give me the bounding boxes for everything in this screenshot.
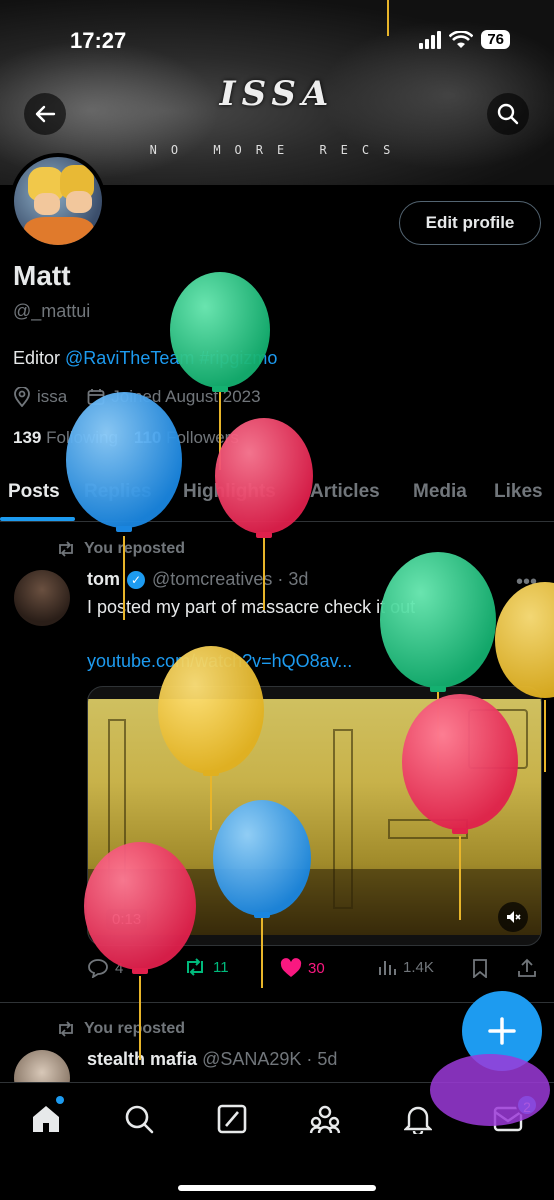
bookmark-icon: [473, 959, 487, 978]
post-time: 3d: [288, 569, 309, 589]
post-author-handle[interactable]: @tomcreatives: [152, 569, 272, 589]
repost-button[interactable]: 11: [183, 958, 229, 976]
edit-profile-button[interactable]: Edit profile: [399, 201, 541, 245]
profile-tabs: Posts Replies Highlights Articles Media …: [0, 470, 554, 522]
tab-media[interactable]: Media: [413, 481, 467, 503]
nav-explore[interactable]: [121, 1101, 157, 1137]
repost-icon: [187, 958, 203, 976]
video-duration: 0:13: [106, 909, 148, 930]
home-icon: [33, 1106, 59, 1132]
nav-notifications[interactable]: [400, 1101, 436, 1137]
tab-replies[interactable]: Replies: [84, 481, 152, 503]
post-author-avatar[interactable]: [14, 570, 70, 626]
banner-logo: ISSA: [219, 74, 335, 114]
verified-badge-icon: ✓: [127, 571, 146, 590]
views-chart-icon: [379, 961, 396, 975]
profile-bio: Editor @RaviTheTeam #ripgizmo: [13, 348, 277, 369]
bio-mention-link[interactable]: @RaviTheTeam: [65, 348, 194, 368]
reply-button[interactable]: 4: [87, 958, 123, 978]
mute-button[interactable]: [498, 902, 528, 932]
home-unread-dot: [56, 1096, 64, 1104]
muted-speaker-icon: [507, 911, 521, 923]
active-tab-indicator: [0, 517, 75, 521]
profile-meta: issa Joined August 2023: [13, 387, 261, 407]
repost-icon: [59, 1021, 73, 1037]
post-author-name[interactable]: tom: [87, 569, 120, 589]
following-link[interactable]: 139 Following: [13, 428, 118, 448]
repost-indicator: You reposted: [56, 1020, 185, 1038]
location-pin-icon: [14, 387, 30, 407]
search-button[interactable]: [487, 93, 529, 135]
repost-icon: [59, 541, 73, 557]
tab-highlights[interactable]: Highlights: [183, 481, 276, 503]
views-button[interactable]: 1.4K: [377, 958, 434, 976]
banner-subtitle: NO MORE RECS: [149, 143, 405, 157]
post-text: I posted my part of massacre check it ou…: [87, 597, 416, 617]
status-bar: 17:27 76: [0, 26, 554, 56]
nav-grok[interactable]: [214, 1101, 250, 1137]
post-actions: 4 11 30 1.4K: [87, 958, 542, 984]
grok-icon: [217, 1104, 247, 1134]
nav-home[interactable]: [28, 1101, 64, 1137]
post-author-name[interactable]: stealth mafia: [87, 1049, 197, 1069]
more-options-icon[interactable]: •••: [516, 571, 537, 594]
post-link[interactable]: youtube.com/watch?v=hQO8av...: [87, 651, 352, 672]
follow-stats: 139 Following 110 Followers: [13, 428, 239, 448]
search-icon: [497, 103, 519, 125]
communities-icon: [309, 1105, 341, 1134]
profile-name: Matt: [13, 260, 71, 291]
plus-icon: [488, 1017, 516, 1045]
share-icon: [518, 958, 536, 977]
bottom-navigation: [0, 1082, 554, 1200]
nav-communities[interactable]: [307, 1101, 343, 1137]
battery-indicator: 76: [481, 30, 510, 49]
signal-icon: [419, 30, 442, 49]
repost-indicator: You reposted: [56, 540, 185, 558]
tab-likes[interactable]: Likes: [494, 481, 543, 503]
tab-articles[interactable]: Articles: [310, 481, 380, 503]
profile-location: issa: [37, 387, 68, 406]
post-video[interactable]: 0:13: [87, 686, 542, 946]
status-time: 17:27: [70, 28, 127, 53]
followers-link[interactable]: 110 Followers: [134, 428, 239, 448]
post-author-handle[interactable]: @SANA29K: [202, 1049, 301, 1069]
calendar-icon: [87, 389, 105, 405]
profile-handle: @_mattui: [13, 301, 91, 321]
post-header: stealth mafia @SANA29K · 5d: [87, 1049, 338, 1069]
compose-post-button[interactable]: [462, 991, 542, 1071]
back-button[interactable]: [24, 93, 66, 135]
reply-icon: [88, 959, 108, 978]
profile-joined-date: Joined August 2023: [111, 387, 261, 406]
share-button[interactable]: [517, 958, 537, 978]
post-header: tom ✓ @tomcreatives · 3d: [87, 569, 309, 590]
post-time: 5d: [317, 1049, 338, 1069]
messages-badge: 2: [516, 1094, 538, 1116]
tab-posts[interactable]: Posts: [8, 481, 60, 503]
like-button[interactable]: 30: [280, 958, 325, 978]
home-indicator: [178, 1185, 376, 1191]
search-icon: [125, 1105, 154, 1134]
profile-avatar[interactable]: [10, 153, 106, 249]
wifi-icon: [449, 30, 474, 48]
post-divider: [0, 1002, 554, 1003]
bookmark-button[interactable]: [471, 958, 489, 978]
back-arrow-icon: [35, 105, 56, 123]
bio-text: Editor: [13, 348, 66, 368]
heart-icon: [280, 958, 302, 977]
bell-icon: [404, 1106, 432, 1134]
bio-hashtag-link[interactable]: #ripgizmo: [199, 348, 277, 368]
